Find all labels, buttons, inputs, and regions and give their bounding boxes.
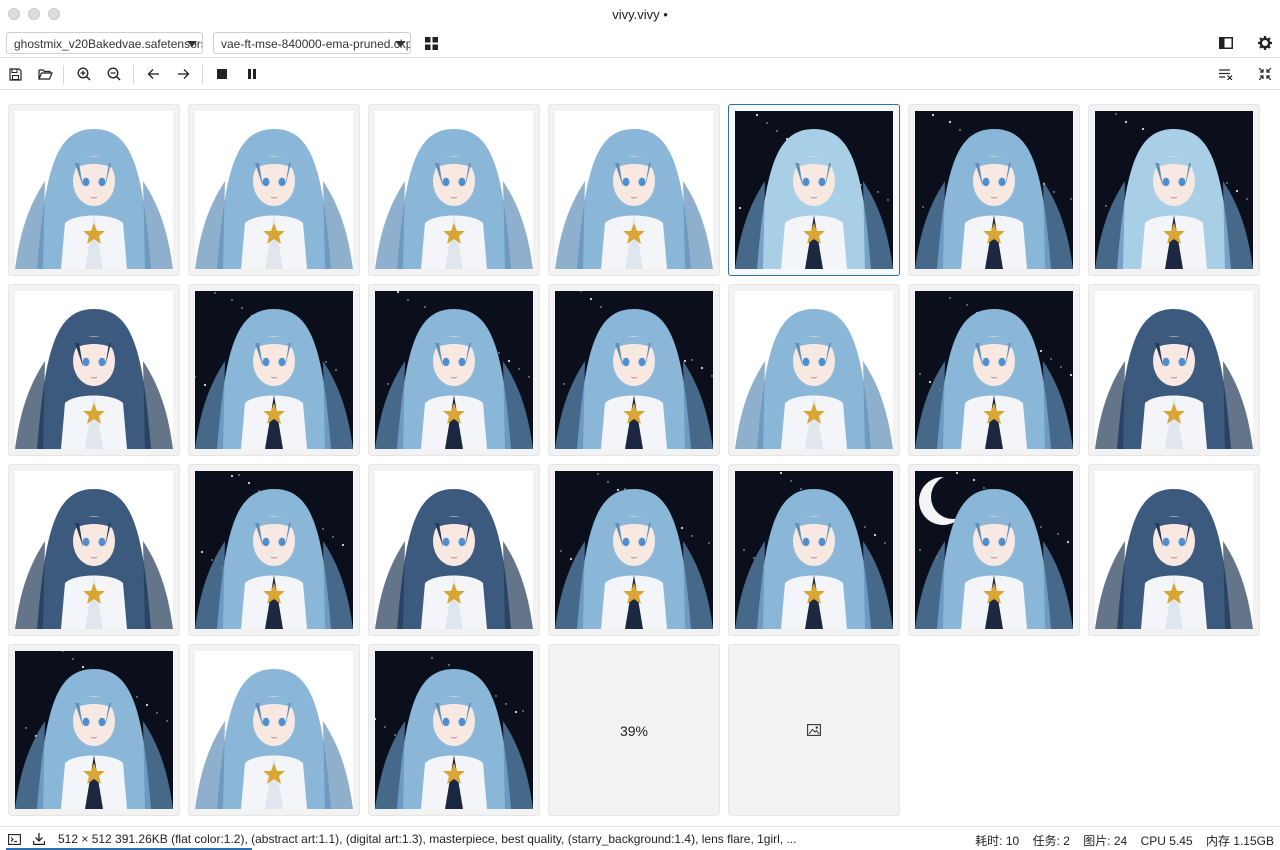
sidebar-toggle-icon[interactable]: [1215, 32, 1237, 54]
generated-image-thumbnail: [15, 651, 173, 809]
generated-image-thumbnail: [195, 111, 353, 269]
memory-usage: 内存 1.15GB: [1205, 834, 1274, 848]
gallery-image-tile[interactable]: [368, 464, 540, 636]
gallery-image-tile[interactable]: [548, 104, 720, 276]
stop-icon[interactable]: [211, 63, 233, 85]
grid-icon[interactable]: [420, 32, 442, 54]
folder-open-icon[interactable]: [34, 63, 56, 85]
download-icon[interactable]: [28, 828, 50, 850]
generated-image-thumbnail: [1095, 471, 1253, 629]
generated-image-thumbnail: [1095, 291, 1253, 449]
gallery-scrollbar[interactable]: [1275, 92, 1279, 819]
generated-image-thumbnail: [195, 471, 353, 629]
gallery-image-tile[interactable]: [368, 284, 540, 456]
gallery-image-tile[interactable]: [188, 104, 360, 276]
gallery-image-tile[interactable]: [8, 284, 180, 456]
gallery-image-tile[interactable]: [368, 104, 540, 276]
elapsed-time: 耗时: 10: [975, 834, 1020, 848]
cpu-usage: CPU 5.45: [1140, 834, 1193, 848]
vae-select-value: vae-ft-mse-840000-ema-pruned.ckpt: [221, 37, 411, 51]
terminal-icon[interactable]: [3, 828, 25, 850]
generation-info: 512 × 512 391.26KB (flat color:1.2), (ab…: [58, 832, 797, 846]
gallery-image-tile[interactable]: [188, 644, 360, 816]
generated-image-thumbnail: [915, 291, 1073, 449]
in-progress-tile[interactable]: 39%: [548, 644, 720, 816]
gallery-image-tile[interactable]: [1088, 284, 1260, 456]
generated-image-thumbnail: [15, 291, 173, 449]
generated-image-thumbnail: [15, 111, 173, 269]
arrow-left-icon[interactable]: [142, 63, 164, 85]
generated-image-thumbnail: [1095, 111, 1253, 269]
gallery-image-tile[interactable]: [908, 284, 1080, 456]
gallery-image-tile[interactable]: [188, 284, 360, 456]
gallery-image-tile[interactable]: [188, 464, 360, 636]
generated-image-thumbnail: [375, 111, 533, 269]
chevron-down-icon: [187, 41, 197, 47]
gallery-image-tile[interactable]: [368, 644, 540, 816]
zoom-in-icon[interactable]: [73, 63, 95, 85]
toolbar-divider: [133, 65, 134, 84]
task-count: 任务: 2: [1032, 834, 1070, 848]
gallery-image-tile[interactable]: [728, 104, 900, 276]
gallery-image-tile[interactable]: [8, 104, 180, 276]
clear-list-icon[interactable]: [1215, 63, 1237, 85]
gallery-image-tile[interactable]: [548, 284, 720, 456]
generated-image-thumbnail: [915, 471, 1073, 629]
save-icon[interactable]: [4, 63, 26, 85]
gallery-image-tile[interactable]: [8, 464, 180, 636]
gallery-image-tile[interactable]: [908, 464, 1080, 636]
generated-image-thumbnail: [735, 111, 893, 269]
toolbar-divider: [202, 65, 203, 84]
title-bar: vivy.vivy •: [0, 0, 1280, 28]
window-title: vivy.vivy •: [612, 7, 668, 22]
generated-image-thumbnail: [555, 471, 713, 629]
generation-progress-label: 39%: [619, 723, 649, 739]
status-metrics: 耗时: 10 任务: 2 图片: 24 CPU 5.45 内存 1.15GB: [965, 832, 1274, 849]
generated-image-thumbnail: [15, 471, 173, 629]
gallery-image-tile[interactable]: [1088, 104, 1260, 276]
generated-image-thumbnail: [915, 111, 1073, 269]
gallery-image-tile[interactable]: [908, 104, 1080, 276]
toolbar: [0, 59, 1280, 90]
generated-image-thumbnail: [375, 471, 533, 629]
gallery-image-tile[interactable]: [8, 644, 180, 816]
image-icon: [807, 724, 821, 739]
toolbar-divider: [63, 65, 64, 84]
collapse-icon[interactable]: [1254, 63, 1276, 85]
queued-placeholder-tile[interactable]: [728, 644, 900, 816]
zoom-out-icon[interactable]: [103, 63, 125, 85]
generated-image-thumbnail: [375, 291, 533, 449]
model-bar: ghostmix_v20Bakedvae.safetensors vae-ft-…: [0, 28, 1280, 58]
generated-image-thumbnail: [735, 471, 893, 629]
gallery-image-tile[interactable]: [728, 284, 900, 456]
gallery-image-tile[interactable]: [548, 464, 720, 636]
generated-image-thumbnail: [195, 291, 353, 449]
arrow-right-icon[interactable]: [172, 63, 194, 85]
generated-image-thumbnail: [555, 291, 713, 449]
generated-image-thumbnail: [735, 291, 893, 449]
generated-image-thumbnail: [555, 111, 713, 269]
chevron-down-icon: [395, 41, 405, 47]
image-gallery: 39%: [8, 104, 1272, 819]
generated-image-thumbnail: [195, 651, 353, 809]
vae-select[interactable]: vae-ft-mse-840000-ema-pruned.ckpt: [213, 32, 411, 54]
gallery-image-tile[interactable]: [1088, 464, 1260, 636]
checkpoint-select[interactable]: ghostmix_v20Bakedvae.safetensors: [6, 32, 203, 54]
generated-image-thumbnail: [375, 651, 533, 809]
gallery-image-tile[interactable]: [728, 464, 900, 636]
gear-icon[interactable]: [1254, 32, 1276, 54]
checkpoint-select-value: ghostmix_v20Bakedvae.safetensors: [14, 37, 203, 51]
image-count: 图片: 24: [1083, 834, 1128, 848]
status-bar: 512 × 512 391.26KB (flat color:1.2), (ab…: [0, 826, 1280, 850]
pause-icon[interactable]: [241, 63, 263, 85]
